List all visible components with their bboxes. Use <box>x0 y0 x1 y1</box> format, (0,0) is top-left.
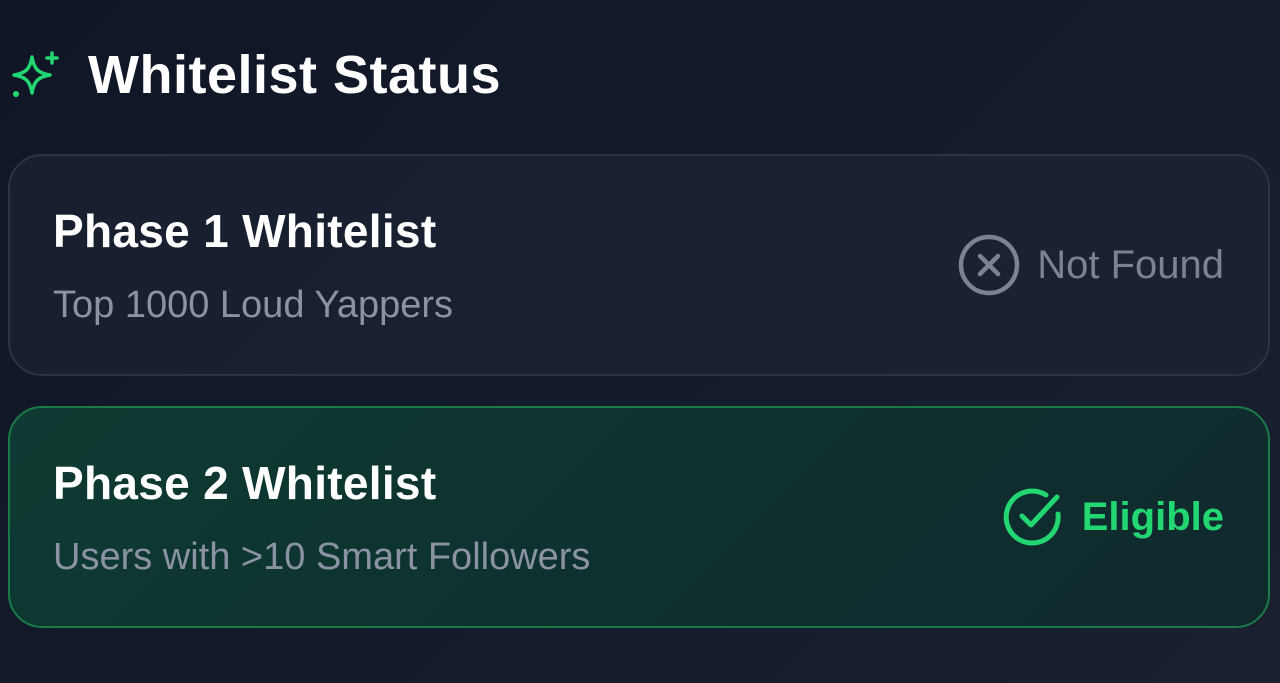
phase-1-status: Not Found <box>957 233 1224 297</box>
phase-1-text: Phase 1 Whitelist Top 1000 Loud Yappers <box>53 204 453 327</box>
phase-2-title: Phase 2 Whitelist <box>53 456 437 509</box>
sparkle-icon <box>10 49 62 101</box>
phase-2-text: Phase 2 Whitelist Users with >10 Smart F… <box>53 456 590 579</box>
check-circle-icon <box>1002 485 1066 549</box>
phase-2-status: Eligible <box>1002 485 1224 549</box>
section-header: Whitelist Status <box>10 40 501 110</box>
phase-1-title: Phase 1 Whitelist <box>53 204 437 257</box>
phase-2-status-label: Eligible <box>1081 494 1224 539</box>
phase-2-card: Phase 2 Whitelist Users with >10 Smart F… <box>8 406 1270 628</box>
phase-1-card: Phase 1 Whitelist Top 1000 Loud Yappers … <box>8 154 1270 376</box>
x-circle-icon <box>957 233 1021 297</box>
phase-1-subtitle: Top 1000 Loud Yappers <box>53 283 454 326</box>
phase-1-status-label: Not Found <box>1037 242 1224 287</box>
page-title: Whitelist Status <box>88 45 502 105</box>
phase-2-subtitle: Users with >10 Smart Followers <box>53 535 591 578</box>
